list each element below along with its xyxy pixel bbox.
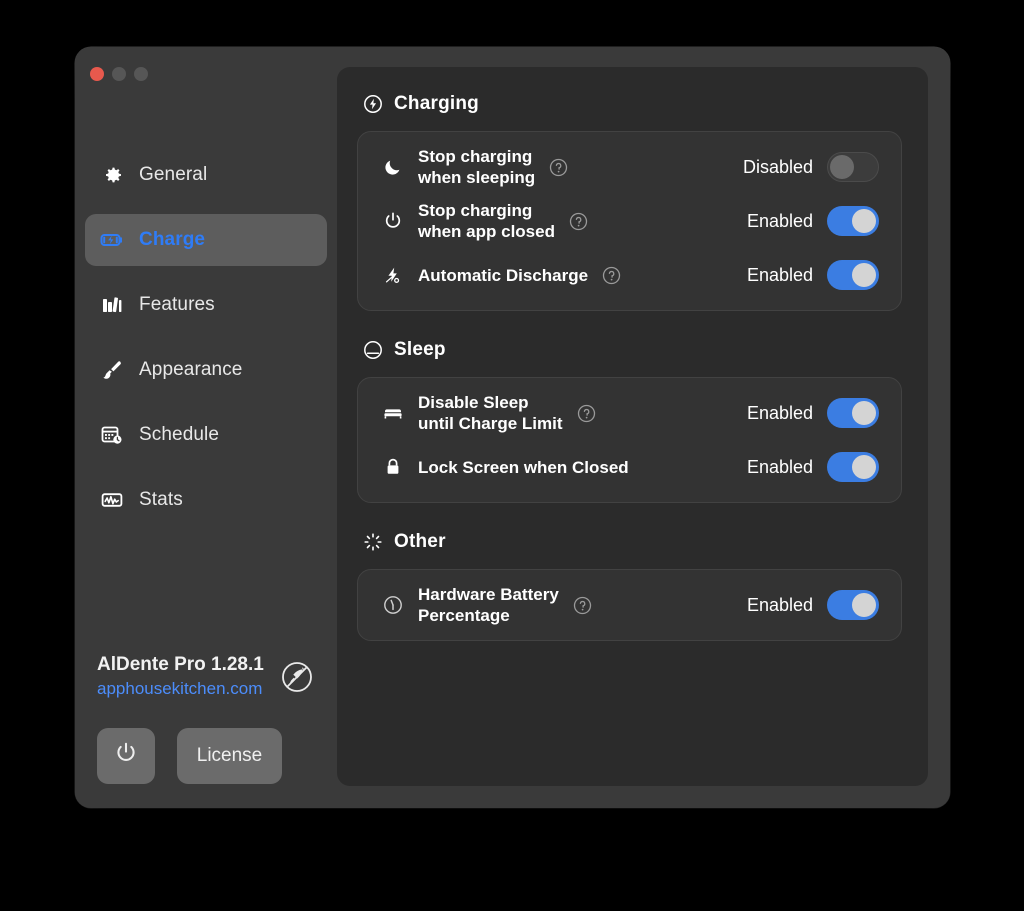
section-title: Other [394, 531, 446, 552]
bed-icon [380, 400, 406, 426]
books-icon [99, 292, 125, 318]
toggle-hardware-battery-percentage[interactable] [827, 590, 879, 620]
moon-icon [380, 154, 406, 180]
paintbrush-icon [99, 357, 125, 383]
maximize-button[interactable] [134, 67, 148, 81]
toggle-automatic-discharge[interactable] [827, 260, 879, 290]
row-stop-charging-when-sleeping: Stop charging when sleeping Disabled [380, 140, 879, 194]
row-control: Enabled [747, 452, 879, 482]
waveform-icon [99, 487, 125, 513]
footer-buttons: License [75, 700, 337, 784]
website-link[interactable]: apphousekitchen.com [97, 677, 269, 700]
section-title: Charging [394, 93, 479, 114]
battery-bolt-icon [99, 227, 125, 253]
help-icon[interactable] [549, 158, 568, 177]
row-stop-charging-when-app-closed: Stop charging when app closed Enabled [380, 194, 879, 248]
sidebar-item-stats[interactable]: Stats [85, 474, 327, 526]
help-icon[interactable] [577, 404, 596, 423]
sidebar: General Charge Features Appearance Sched… [75, 47, 337, 808]
section-header: Other [363, 531, 902, 553]
power-icon [380, 208, 406, 234]
settings-content: Charging Stop charging when sleeping Dis… [337, 67, 928, 786]
row-lock-screen-when-closed: Lock Screen when Closed Enabled [380, 440, 879, 494]
app-version: AlDente Pro 1.28.1 [97, 654, 264, 675]
state-label: Enabled [746, 210, 813, 231]
row-automatic-discharge: Automatic Discharge Enabled [380, 248, 879, 302]
gauge-circle-icon [380, 592, 406, 618]
toggle-disable-sleep-until-charge-limit[interactable] [827, 398, 879, 428]
state-label: Enabled [746, 402, 813, 423]
help-icon[interactable] [602, 266, 621, 285]
help-icon[interactable] [569, 212, 588, 231]
help-icon[interactable] [573, 596, 592, 615]
section-header: Charging [363, 93, 902, 115]
row-label: Stop charging when sleeping [418, 147, 536, 187]
sidebar-item-general[interactable]: General [85, 149, 327, 201]
sidebar-item-label: General [139, 164, 208, 185]
sidebar-item-label: Charge [139, 229, 206, 250]
close-button[interactable] [90, 67, 104, 81]
row-label: Stop charging when app closed [418, 201, 555, 241]
sidebar-nav: General Charge Features Appearance Sched… [75, 149, 337, 539]
row-label: Lock Screen when Closed [418, 457, 629, 477]
row-hardware-battery-percentage: Hardware Battery Percentage Enabled [380, 578, 879, 632]
state-label: Enabled [746, 264, 813, 285]
bolt-percent-icon [380, 262, 406, 288]
version-block: AlDente Pro 1.28.1 apphousekitchen.com [75, 653, 337, 700]
power-icon [113, 740, 139, 772]
app-window: General Charge Features Appearance Sched… [75, 47, 950, 808]
sidebar-item-label: Schedule [139, 424, 220, 445]
section-header: Sleep [363, 339, 902, 361]
section-title: Sleep [394, 339, 446, 360]
power-button[interactable] [97, 728, 155, 784]
calendar-clock-icon [99, 422, 125, 448]
license-button[interactable]: License [177, 728, 282, 784]
screen: General Charge Features Appearance Sched… [0, 0, 1024, 911]
sleep-circle-icon [363, 340, 383, 360]
section-sleep: Sleep Disable Sleep until Charge Limit E… [357, 339, 902, 503]
row-control: Enabled [747, 260, 879, 290]
row-label: Disable Sleep until Charge Limit [418, 393, 563, 433]
state-label: Disabled [742, 156, 813, 177]
sidebar-item-features[interactable]: Features [85, 279, 327, 331]
sidebar-item-label: Features [139, 294, 215, 315]
row-label: Hardware Battery Percentage [418, 585, 559, 625]
sidebar-item-charge[interactable]: Charge [85, 214, 327, 266]
sidebar-item-label: Stats [139, 489, 183, 510]
bolt-circle-icon [363, 94, 383, 114]
row-control: Enabled [747, 398, 879, 428]
sidebar-item-schedule[interactable]: Schedule [85, 409, 327, 461]
gear-icon [99, 162, 125, 188]
toggle-lock-screen-when-closed[interactable] [827, 452, 879, 482]
state-label: Enabled [746, 594, 813, 615]
minimize-button[interactable] [112, 67, 126, 81]
state-label: Enabled [746, 456, 813, 477]
section-charging: Charging Stop charging when sleeping Dis… [357, 93, 902, 311]
row-control: Enabled [747, 206, 879, 236]
toggle-stop-charging-when-app-closed[interactable] [827, 206, 879, 236]
sidebar-item-appearance[interactable]: Appearance [85, 344, 327, 396]
settings-card: Hardware Battery Percentage Enabled [357, 569, 902, 641]
window-controls [75, 47, 337, 87]
row-control: Disabled [743, 152, 879, 182]
rocket-circle-icon[interactable] [279, 659, 315, 695]
spinner-rays-icon [363, 532, 383, 552]
lock-icon [380, 454, 406, 480]
settings-card: Stop charging when sleeping Disabled Sto… [357, 131, 902, 311]
toggle-stop-charging-when-sleeping[interactable] [827, 152, 879, 182]
row-label: Automatic Discharge [418, 265, 589, 285]
row-control: Enabled [747, 590, 879, 620]
row-disable-sleep-until-charge-limit: Disable Sleep until Charge Limit Enabled [380, 386, 879, 440]
section-other: Other Hardware Battery Percentage Enable… [357, 531, 902, 641]
settings-card: Disable Sleep until Charge Limit Enabled [357, 377, 902, 503]
sidebar-item-label: Appearance [139, 359, 243, 380]
sidebar-footer: AlDente Pro 1.28.1 apphousekitchen.com L… [75, 653, 337, 808]
